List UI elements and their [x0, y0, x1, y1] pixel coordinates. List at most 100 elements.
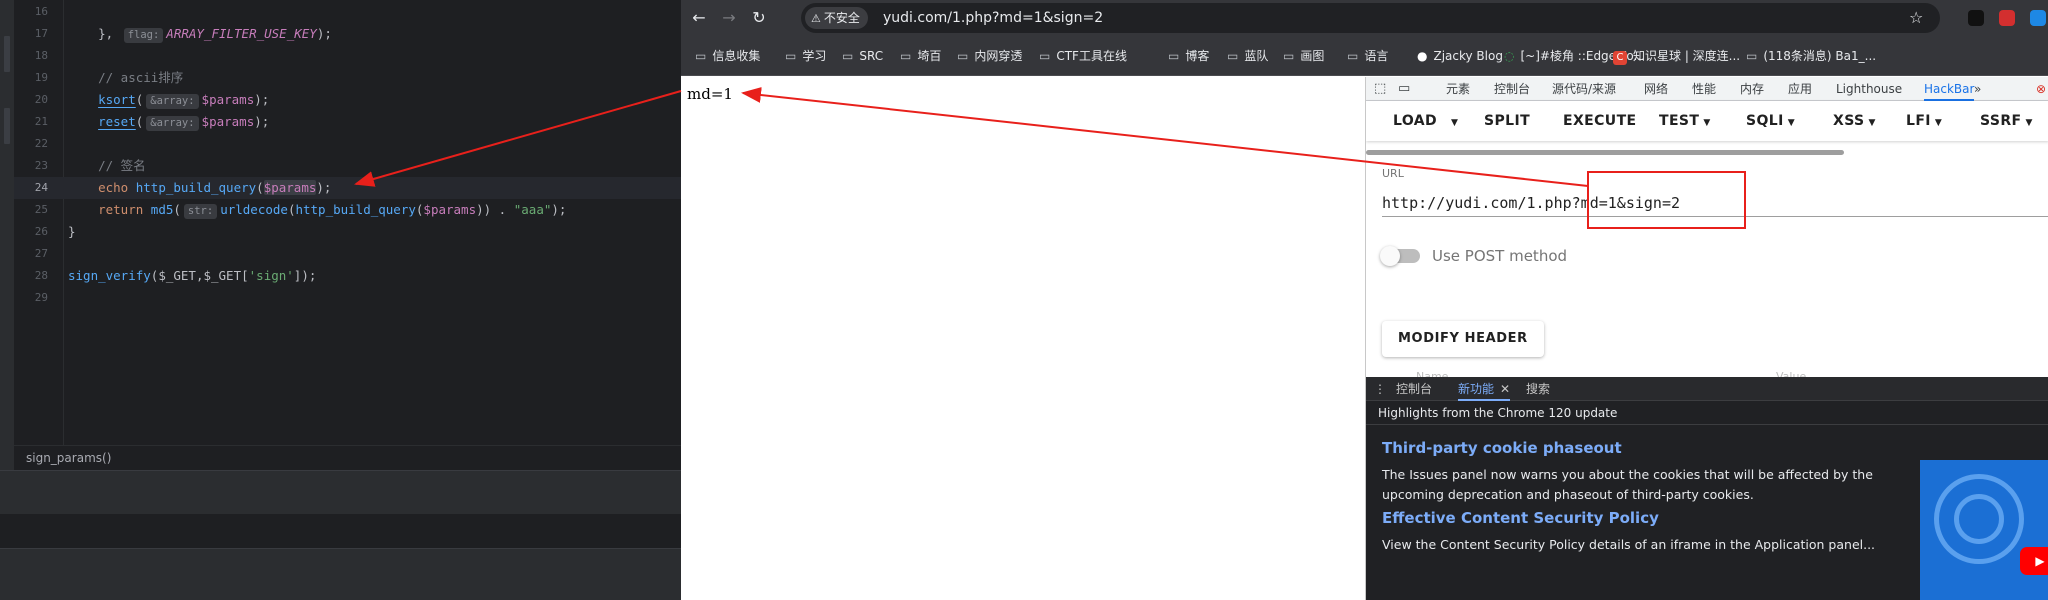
- bookmark-item[interactable]: ▭ SRC: [842, 36, 883, 76]
- bookmark-item[interactable]: ▭ (118条消息) Ba1_...: [1746, 36, 1876, 76]
- play-icon[interactable]: ▶: [2020, 547, 2048, 575]
- caret-down-icon[interactable]: ▼: [1935, 118, 1942, 128]
- hackbar-menu-item[interactable]: LOAD ▼: [1393, 101, 1458, 141]
- code-editor[interactable]: 16 17 }, flag: ARRAY_FILTER_USE_KEY); 18 19 …: [0, 0, 681, 600]
- bookmark-item[interactable]: C 知识星球 | 深度连...: [1613, 36, 1740, 76]
- modify-header-button[interactable]: MODIFY HEADER: [1382, 321, 1544, 357]
- devtools-tab[interactable]: 性能: [1692, 77, 1716, 101]
- close-tab-icon[interactable]: ✕: [1500, 382, 1510, 396]
- hackbar-menu-item[interactable]: SQLI ▼: [1746, 101, 1795, 141]
- drawer-tab-label: 控制台: [1396, 382, 1433, 396]
- devtools-tab[interactable]: 控制台: [1494, 77, 1530, 101]
- post-method-toggle[interactable]: [1380, 246, 1420, 266]
- caret-down-icon[interactable]: ▼: [1703, 118, 1710, 128]
- code-line[interactable]: 22: [14, 133, 681, 155]
- bookmark-item[interactable]: ▭ 埼百: [900, 36, 941, 76]
- code-line[interactable]: 27: [14, 243, 681, 265]
- bookmark-item[interactable]: ▭ 博客: [1168, 36, 1209, 76]
- drawer-tab-label: 新功能: [1458, 382, 1495, 396]
- drawer-menu-icon[interactable]: ⋮: [1374, 377, 1386, 401]
- inspect-icon[interactable]: ⬚: [1374, 77, 1386, 101]
- device-toolbar-icon[interactable]: ▭: [1398, 77, 1410, 101]
- code-line[interactable]: 21 reset(&array: $params);: [14, 111, 681, 133]
- breadcrumb[interactable]: sign_params(): [14, 445, 681, 470]
- hackbar-menu-item[interactable]: SPLIT: [1484, 101, 1530, 141]
- extension-icon[interactable]: [1968, 10, 1984, 26]
- code-line[interactable]: 16: [14, 1, 681, 23]
- bookmark-item[interactable]: ● Zjacky Blog: [1417, 36, 1503, 76]
- code-token: ARRAY_FILTER_USE_KEY: [166, 26, 317, 41]
- video-thumbnail[interactable]: ▶: [1920, 460, 2048, 600]
- code-token: ksort: [98, 92, 136, 107]
- hackbar-menu-label: SSRF: [1980, 113, 2022, 129]
- code-line[interactable]: 29: [14, 287, 681, 309]
- extension-icon[interactable]: [2030, 10, 2046, 26]
- bookmark-label: Zjacky Blog: [1433, 49, 1503, 63]
- extension-icon[interactable]: [1999, 10, 2015, 26]
- code-line[interactable]: 25 return md5(str: urldecode(http_build_q…: [14, 199, 681, 221]
- devtools-tab[interactable]: Lighthouse: [1836, 77, 1902, 101]
- hackbar-menu-label: EXECUTE: [1563, 113, 1637, 129]
- bookmarks-bar: ▭ 信息收集 ▭ 学习 ▭ SRC ▭ 埼百 ▭ 内网穿透 ▭ CTF工具在线 ▭ 博客 ▭ 蓝队 ▭ 画图 ▭ 语言…: [681, 36, 2048, 76]
- feature-title[interactable]: Third-party cookie phaseout: [1382, 439, 1622, 457]
- loading-icon: ◌: [1504, 49, 1515, 63]
- parameter-hint: &array:: [146, 94, 199, 109]
- devtools-tab[interactable]: 网络: [1644, 77, 1668, 101]
- bookmark-item[interactable]: ▭ 蓝队: [1227, 36, 1268, 76]
- caret-down-icon[interactable]: ▼: [2025, 118, 2032, 128]
- devtools-tab[interactable]: 内存: [1740, 77, 1764, 101]
- feature-description: The Issues panel now warns you about the…: [1382, 467, 1873, 502]
- bookmark-label: CTF工具在线: [1056, 49, 1127, 63]
- devtools-tab[interactable]: 元素: [1446, 77, 1470, 101]
- folder-icon: ▭: [842, 49, 854, 63]
- folder-icon: ▭: [1227, 49, 1239, 63]
- more-tabs-icon[interactable]: »: [1974, 77, 1981, 101]
- drawer-tab[interactable]: 控制台: [1396, 377, 1432, 401]
- line-source: }: [68, 221, 76, 243]
- hackbar-url-input[interactable]: http://yudi.com/1.php?md=1&sign=2: [1382, 189, 2048, 217]
- caret-down-icon[interactable]: ▼: [1451, 118, 1458, 128]
- code-line[interactable]: 24 echo http_build_query($params);: [14, 177, 681, 199]
- feature-title[interactable]: Effective Content Security Policy: [1382, 509, 1659, 527]
- parameter-hint: str:: [183, 204, 218, 219]
- bookmark-item[interactable]: ▭ 内网穿透: [957, 36, 1022, 76]
- devtools-tab[interactable]: 应用: [1788, 77, 1812, 101]
- code-token: echo: [98, 180, 136, 195]
- code-line[interactable]: 23 // 签名: [14, 155, 681, 177]
- caret-down-icon[interactable]: ▼: [1869, 118, 1876, 128]
- hackbar-menu-item[interactable]: XSS ▼: [1833, 101, 1876, 141]
- hackbar-scrollbar[interactable]: [1366, 150, 1844, 155]
- issues-icon[interactable]: ⊗: [2036, 77, 2046, 101]
- hackbar-menu-item[interactable]: EXECUTE: [1563, 101, 1636, 141]
- code-token: urldecode: [220, 202, 288, 217]
- code-line[interactable]: 20 ksort(&array: $params);: [14, 89, 681, 111]
- drawer-tab[interactable]: 新功能 ✕: [1458, 377, 1511, 401]
- extensions-area: [1968, 10, 2046, 26]
- bookmark-item[interactable]: ▭ 学习: [785, 36, 826, 76]
- code-token: // 签名: [68, 158, 146, 173]
- code-token: ($_GET,$_GET[: [150, 268, 249, 283]
- devtools-tab[interactable]: 源代码/来源: [1552, 77, 1616, 101]
- bookmark-item[interactable]: ▭ CTF工具在线: [1039, 36, 1127, 76]
- code-line[interactable]: 18: [14, 45, 681, 67]
- hackbar-menu-item[interactable]: SSRF ▼: [1980, 101, 2033, 141]
- code-token: md5: [150, 202, 174, 217]
- bookmark-item[interactable]: ▭ 信息收集: [695, 36, 760, 76]
- bookmark-item[interactable]: ▭ 语言: [1347, 36, 1388, 76]
- bookmark-item[interactable]: ▭ 画图: [1283, 36, 1324, 76]
- devtools-tab[interactable]: HackBar: [1924, 77, 1975, 101]
- code-line[interactable]: 17 }, flag: ARRAY_FILTER_USE_KEY);: [14, 23, 681, 45]
- code-token: );: [316, 180, 332, 195]
- code-line[interactable]: 28 sign_verify($_GET,$_GET['sign']);: [14, 265, 681, 287]
- code-line[interactable]: 26}: [14, 221, 681, 243]
- hackbar-menu-item[interactable]: LFI ▼: [1906, 101, 1942, 141]
- caret-down-icon[interactable]: ▼: [1788, 118, 1795, 128]
- bookmark-label: SRC: [859, 49, 884, 63]
- drawer-tab[interactable]: 搜索: [1526, 377, 1550, 401]
- line-source: reset(&array: $params);: [68, 111, 269, 133]
- hackbar-menu-item[interactable]: TEST ▼: [1659, 101, 1711, 141]
- parameter-hint: &array:: [146, 116, 199, 131]
- code-line[interactable]: 19 // ascii排序: [14, 67, 681, 89]
